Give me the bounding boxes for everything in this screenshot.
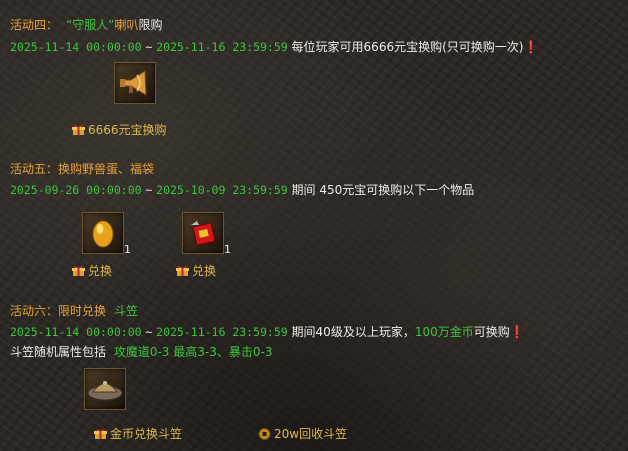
event6-title-item: 限时兑换 bbox=[58, 304, 107, 318]
gift-icon bbox=[176, 266, 189, 276]
beast-egg-exchange-button[interactable]: 兑换 bbox=[72, 264, 112, 278]
event4-title-quote: “守服人” bbox=[66, 18, 115, 32]
gift-icon bbox=[72, 125, 85, 135]
event5-title-label: 活动五： bbox=[10, 162, 59, 176]
event5-schedule: 2025-09-26 00:00:00 ~ 2025-10-09 23:59:5… bbox=[10, 183, 474, 197]
beast-egg-slot[interactable]: 1 bbox=[82, 212, 131, 256]
recycle-hat-button[interactable]: 20w回收斗笠 bbox=[258, 427, 347, 441]
event4-date-end: 2025-11-16 23:59:59 bbox=[156, 40, 288, 54]
event6-title-label: 活动六： bbox=[10, 304, 59, 318]
event5-title-item: 换购野兽蛋、福袋 bbox=[58, 162, 155, 176]
event6-schedule: 2025-11-14 00:00:00 ~ 2025-11-16 23:59:5… bbox=[10, 325, 525, 339]
event6-desc-a: 期间40级及以上玩家， bbox=[291, 325, 415, 339]
gift-icon bbox=[94, 429, 107, 439]
gold-exchange-hat-label: 金币兑换斗笠 bbox=[110, 427, 183, 441]
event6-title-item2: 斗笠 bbox=[114, 304, 139, 318]
lucky-bag-qty: 1 bbox=[224, 243, 231, 256]
lucky-bag-icon bbox=[191, 221, 216, 246]
lucky-bag-exchange-label: 兑换 bbox=[192, 264, 217, 278]
lucky-bag-slot[interactable]: 1 bbox=[182, 212, 231, 256]
hat-item-slot[interactable] bbox=[84, 368, 126, 410]
beast-egg-exchange-label: 兑换 bbox=[88, 264, 113, 278]
event6-date-end: 2025-11-16 23:59:59 bbox=[156, 325, 288, 339]
event6-date-start: 2025-11-14 00:00:00 bbox=[10, 325, 142, 339]
event4-title: 活动四： “守服人”喇叭限购 bbox=[10, 18, 162, 32]
event5-date-end: 2025-10-09 23:59:59 bbox=[156, 183, 288, 197]
event6-tilde: ~ bbox=[145, 325, 153, 339]
bamboo-hat-icon bbox=[87, 381, 123, 401]
event4-desc: 每位玩家可用6666元宝换购(只可换购一次)❗ bbox=[291, 40, 539, 54]
gift-icon bbox=[72, 266, 85, 276]
event4-date-start: 2025-11-14 00:00:00 bbox=[10, 40, 142, 54]
event6-desc-c: 可换购❗ bbox=[473, 325, 525, 339]
event4-title-suffix: 限购 bbox=[138, 18, 163, 32]
horn-item-slot[interactable] bbox=[114, 62, 156, 104]
event4-title-item: 喇叭 bbox=[114, 18, 139, 32]
gold-exchange-hat-button[interactable]: 金币兑换斗笠 bbox=[94, 427, 182, 441]
event6-desc-b: 100万金币 bbox=[414, 325, 474, 339]
event4-schedule: 2025-11-14 00:00:00 ~ 2025-11-16 23:59:5… bbox=[10, 40, 538, 54]
yuanbao-exchange-label: 6666元宝换购 bbox=[88, 123, 167, 137]
coin-icon bbox=[258, 428, 271, 440]
horn-icon bbox=[120, 70, 147, 96]
lucky-bag-exchange-button[interactable]: 兑换 bbox=[176, 264, 216, 278]
event6-attr-label: 斗笠随机属性包括 bbox=[10, 345, 107, 359]
event5-title: 活动五：换购野兽蛋、福袋 bbox=[10, 162, 154, 176]
event5-tilde: ~ bbox=[145, 183, 153, 197]
event6-attributes: 斗笠随机属性包括 攻魔道0-3 最高3-3、暴击0-3 bbox=[10, 345, 272, 359]
event6-title: 活动六：限时兑换 斗笠 bbox=[10, 304, 138, 318]
event5-date-start: 2025-09-26 00:00:00 bbox=[10, 183, 142, 197]
event6-attr-values: 攻魔道0-3 最高3-3、暴击0-3 bbox=[113, 345, 273, 359]
beast-egg-icon bbox=[92, 220, 114, 248]
recycle-hat-label: 20w回收斗笠 bbox=[274, 427, 348, 441]
beast-egg-qty: 1 bbox=[124, 243, 131, 256]
yuanbao-exchange-button[interactable]: 6666元宝换购 bbox=[72, 123, 167, 137]
event5-desc: 期间 450元宝可换购以下一个物品 bbox=[291, 183, 475, 197]
event4-tilde: ~ bbox=[145, 40, 153, 54]
event4-title-label: 活动四： bbox=[10, 18, 59, 32]
